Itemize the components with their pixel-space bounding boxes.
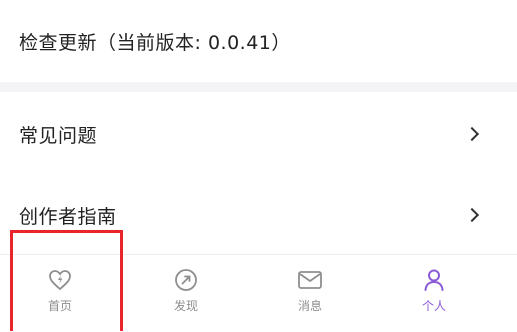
tab-discover[interactable]: 发现 (136, 255, 236, 332)
faq-item[interactable]: 常见问题 (0, 92, 517, 176)
mail-icon (298, 271, 322, 289)
creator-guide-label: 创作者指南 (19, 205, 117, 228)
tab-messages-label: 消息 (297, 299, 322, 313)
tab-me-label: 个人 (421, 299, 446, 313)
chevron-right-icon (464, 126, 480, 142)
person-icon (424, 269, 444, 291)
check-update-label: 检查更新（当前版本: 0.0.41） (19, 31, 291, 54)
tab-me[interactable]: 个人 (384, 255, 484, 332)
chevron-right-icon (464, 207, 480, 223)
tab-messages[interactable]: 消息 (260, 255, 360, 332)
section-divider (0, 82, 517, 92)
compass-icon (175, 269, 197, 291)
tab-discover-label: 发现 (173, 299, 198, 313)
check-update-item[interactable]: 检查更新（当前版本: 0.0.41） (0, 0, 517, 82)
faq-label: 常见问题 (19, 124, 98, 147)
highlight-box (10, 230, 123, 331)
